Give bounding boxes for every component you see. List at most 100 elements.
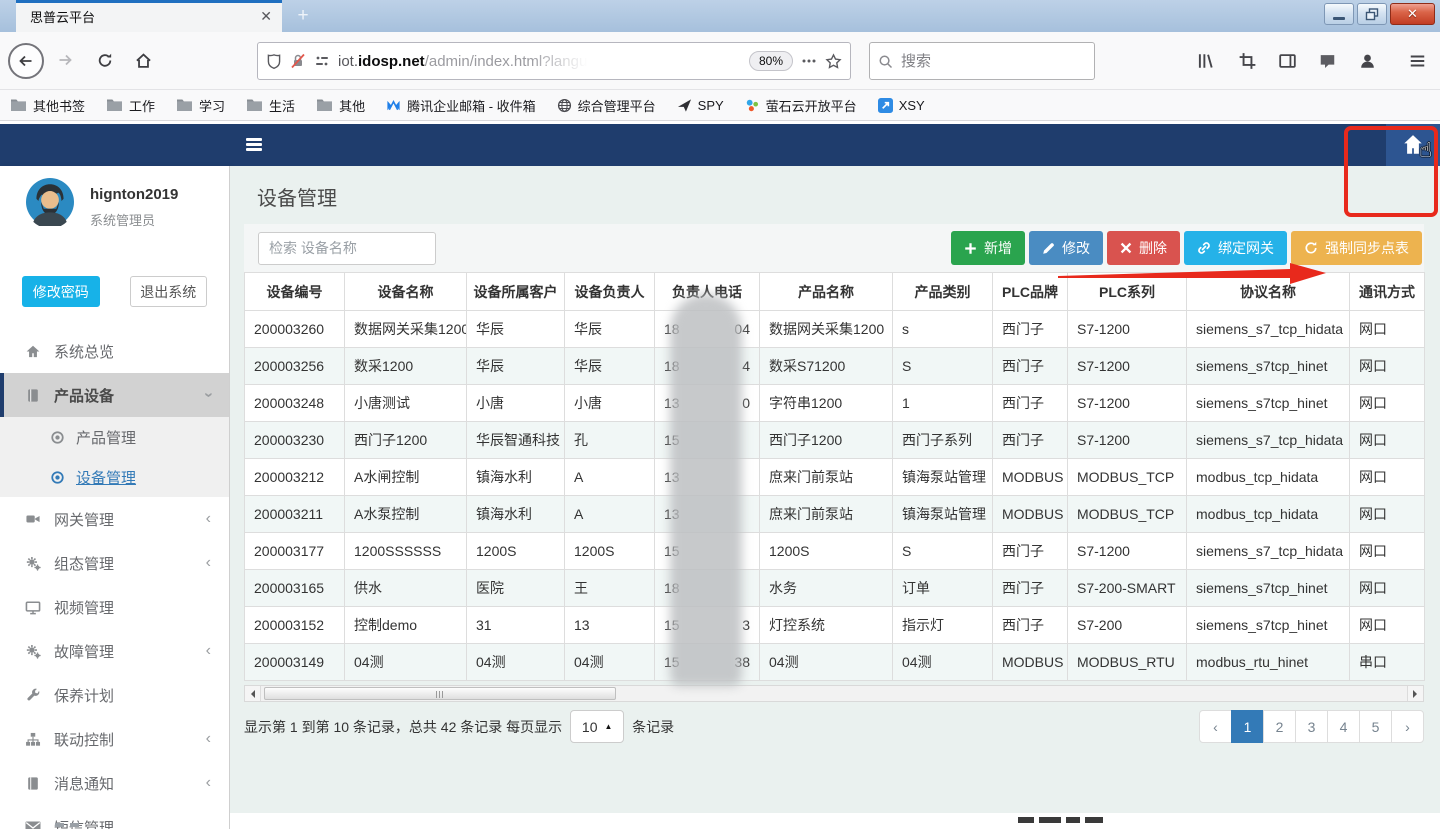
page-button-4[interactable]: 4 [1327,710,1360,743]
add-button[interactable]: 新增 [951,231,1025,265]
table-row[interactable]: 200003212A水闸控制镇海水利A13庶来门前泵站镇海泵站管理MODBUSM… [245,459,1425,496]
screenshot-button[interactable] [1238,52,1257,70]
bookmark-star-icon[interactable] [825,53,842,70]
column-header[interactable]: 产品名称 [760,273,893,311]
table-cell: 灯控系统 [760,607,893,644]
restore-button[interactable] [1357,3,1387,25]
sidebar-item-device-mgmt[interactable]: 设备管理 [0,457,229,497]
edit-button[interactable]: 修改 [1029,231,1103,265]
redaction-blur [670,294,742,686]
bookmark-item[interactable]: 萤石云开放平台 [745,96,857,115]
scroll-left-arrow[interactable] [245,686,261,701]
force-sync-button[interactable]: 强制同步点表 [1291,231,1422,265]
page-actions-icon[interactable] [801,53,817,69]
column-header[interactable]: 协议名称 [1187,273,1350,311]
change-password-button[interactable]: 修改密码 [22,276,100,307]
sidebar-item-linkage-control[interactable]: 联动控制‹ [0,717,229,761]
column-header[interactable]: PLC品牌 [993,273,1068,311]
table-row[interactable]: 20000314904测04测04测153804测04测MODBUSMODBUS… [245,644,1425,681]
page-button-›[interactable]: › [1391,710,1424,743]
reload-button[interactable] [96,52,114,69]
column-header[interactable]: 通讯方式 [1350,273,1425,311]
horizontal-scrollbar[interactable] [244,685,1424,702]
scrollbar-thumb[interactable] [264,687,616,700]
sidebar-item-fault-mgmt[interactable]: 故障管理‹ [0,629,229,673]
bookmark-item[interactable]: 腾讯企业邮箱 - 收件箱 [386,96,536,115]
forward-button[interactable] [56,52,74,68]
sidebar-toggle-button[interactable] [1278,52,1297,70]
column-header[interactable]: 设备所属客户 [467,273,565,311]
minimize-button[interactable] [1324,3,1354,25]
device-search-input[interactable] [258,232,436,265]
table-row[interactable]: 200003248小唐测试小唐小唐130字符串12001西门子S7-1200si… [245,385,1425,422]
sidebar-item-video-mgmt[interactable]: 视频管理 [0,585,229,629]
sidebar-item-maintenance-plan[interactable]: 保养计划 [0,673,229,717]
bookmark-item[interactable]: 其他 [316,96,365,115]
bookmark-item[interactable]: 其他书签 [10,96,85,115]
back-button[interactable] [8,43,44,79]
sidebar-item-overview[interactable]: 系统总览 [0,329,229,373]
table-row[interactable]: 200003260数据网关采集1200华辰华辰1804数据网关采集1200s西门… [245,311,1425,348]
reload-icon [96,52,114,69]
table-cell: S7-1200 [1068,533,1187,570]
table-row[interactable]: 200003256数采1200华辰华辰184数采S71200S西门子S7-120… [245,348,1425,385]
page-button-1[interactable]: 1 [1231,710,1264,743]
home-button[interactable] [134,52,153,69]
column-header[interactable]: 设备名称 [345,273,467,311]
logout-button[interactable]: 退出系统 [130,276,208,307]
close-button[interactable]: ✕ [1390,3,1435,25]
avatar[interactable] [26,178,74,226]
new-tab-button[interactable]: + [290,4,316,28]
browser-search-box[interactable] [869,42,1095,80]
phone-suffix: 4 [742,358,750,374]
menu-button[interactable] [1408,52,1427,70]
page-button-2[interactable]: 2 [1263,710,1296,743]
sidebar-item-product-device[interactable]: 产品设备‹ [0,373,229,417]
table-row[interactable]: 200003165供水医院王18水务订单西门子S7-200-SMARTsieme… [245,570,1425,607]
table-cell: 镇海泵站管理 [893,459,993,496]
bookmark-item[interactable]: 生活 [246,96,295,115]
column-header[interactable]: 设备编号 [245,273,345,311]
table-row[interactable]: 200003211A水泵控制镇海水利A13庶来门前泵站镇海泵站管理MODBUSM… [245,496,1425,533]
table-cell: 西门子 [993,348,1068,385]
sidebar-icon [1278,52,1297,70]
sidebar-item-message-notice[interactable]: 消息通知‹ [0,761,229,805]
delete-button[interactable]: 删除 [1107,231,1180,265]
bookmark-label: 综合管理平台 [578,96,656,115]
table-row[interactable]: 200003230西门子1200华辰智通科技孔15西门子1200西门子系列西门子… [245,422,1425,459]
table-cell: siemens_s7_tcp_hidata [1187,533,1350,570]
account-button[interactable] [1358,52,1377,70]
scroll-right-arrow[interactable] [1407,686,1423,701]
page-button-5[interactable]: 5 [1359,710,1392,743]
sidebar-collapse-button[interactable] [246,138,262,151]
table-row[interactable]: 2000031771200SSSSSS1200S1200S151200SS西门子… [245,533,1425,570]
big-data-center-button[interactable]: ☝ [1386,124,1440,166]
globe-icon [557,98,572,113]
home-icon [24,344,42,359]
library-button[interactable] [1196,52,1215,70]
column-header[interactable]: 设备负责人 [565,273,655,311]
bookmark-item[interactable]: 学习 [176,96,225,115]
bind-gateway-button[interactable]: 绑定网关 [1184,231,1287,265]
browser-search-input[interactable] [901,53,1061,70]
page-size-select[interactable]: 10 ▲ [570,710,624,743]
bookmark-item[interactable]: 综合管理平台 [557,96,656,115]
pocket-chat-button[interactable] [1318,52,1337,70]
sidebar-item-gateway-mgmt[interactable]: 网关管理‹ [0,497,229,541]
zoom-level-badge[interactable]: 80% [749,51,793,71]
url-bar[interactable]: iot.idosp.net/admin/index.html?langu 80% [257,42,851,80]
browser-tab[interactable]: 思普云平台 ✕ [16,0,282,32]
table-row[interactable]: 200003152控制demo3113153灯控系统指示灯西门子S7-200si… [245,607,1425,644]
bookmark-item[interactable]: 工作 [106,96,155,115]
table-cell: 供水 [345,570,467,607]
tab-close-icon[interactable]: ✕ [260,9,272,23]
bookmark-item[interactable]: SPY [677,98,724,113]
bookmark-item[interactable]: XSY [878,98,925,113]
sidebar-item-scada-mgmt[interactable]: 组态管理‹ [0,541,229,585]
page-button-‹[interactable]: ‹ [1199,710,1232,743]
page-button-3[interactable]: 3 [1295,710,1328,743]
column-header[interactable]: 产品类别 [893,273,993,311]
sidebar-item-product-mgmt[interactable]: 产品管理 [0,417,229,457]
column-header[interactable]: PLC系列 [1068,273,1187,311]
sidebar-item-sms-mgmt[interactable]: 短信管理 [0,805,229,829]
